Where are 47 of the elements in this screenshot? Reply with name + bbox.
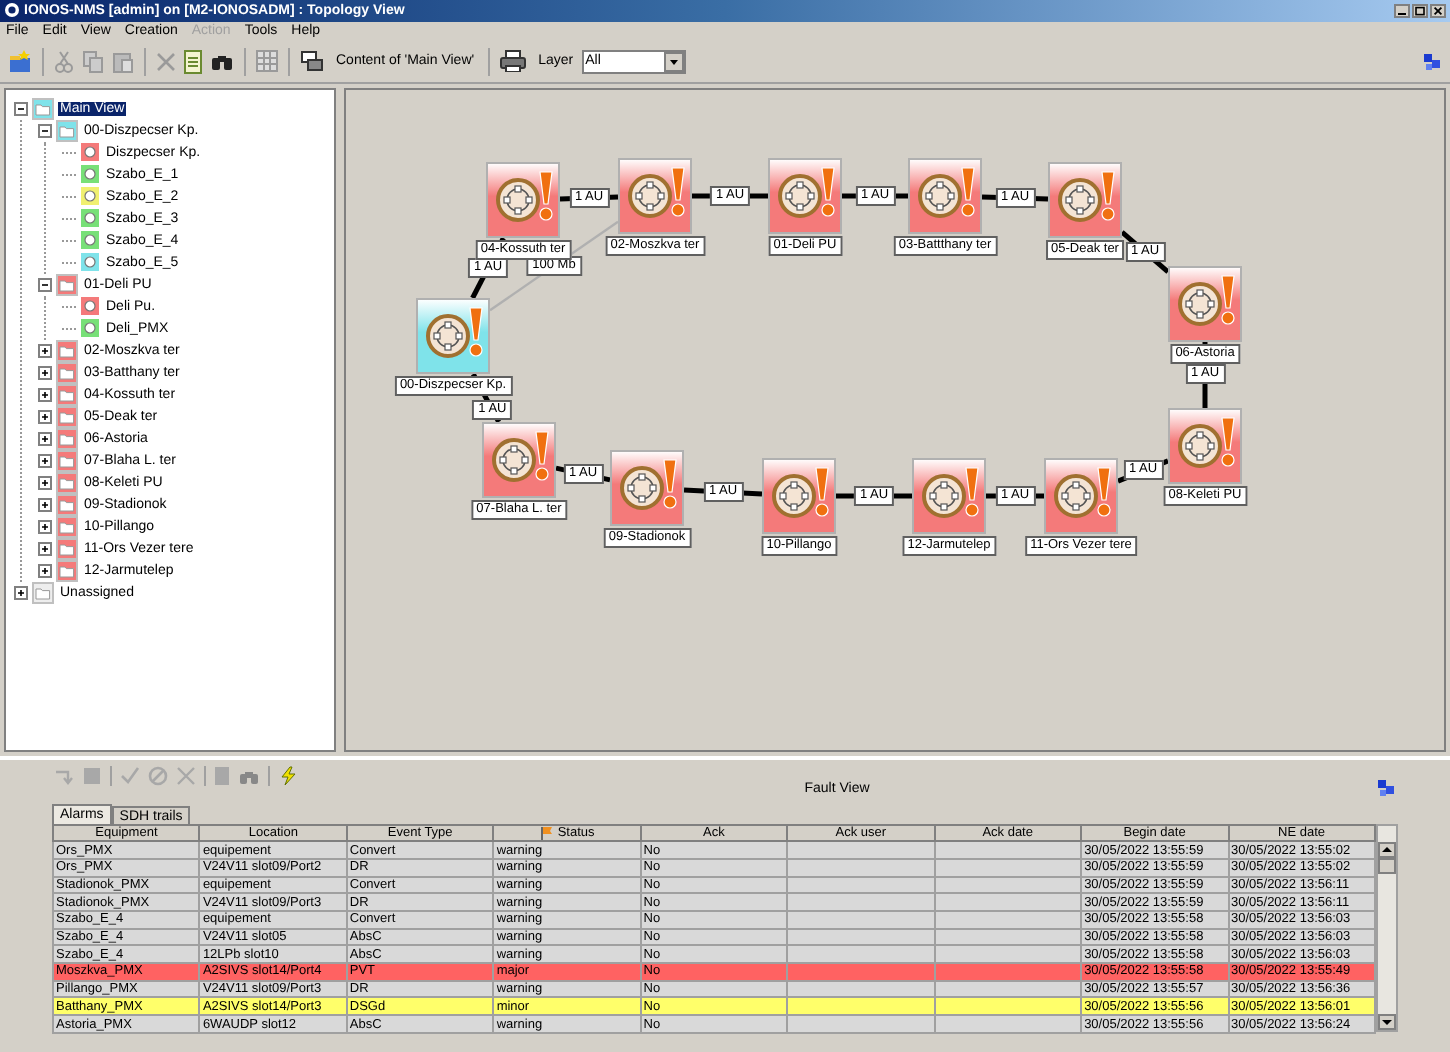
document-icon[interactable]	[184, 49, 202, 74]
node-icon[interactable]	[482, 421, 556, 498]
scroll-up-icon[interactable]	[1378, 842, 1396, 859]
app-icon	[4, 2, 20, 19]
layers-icon[interactable]	[300, 50, 324, 73]
scrollbar[interactable]	[1376, 824, 1398, 1033]
expand-icon[interactable]	[38, 365, 52, 380]
node-icon[interactable]	[908, 157, 982, 234]
link-line[interactable]	[1120, 230, 1170, 274]
network-icon[interactable]	[1422, 51, 1442, 72]
expand-icon[interactable]	[38, 343, 52, 358]
node-icon[interactable]	[1044, 457, 1118, 534]
node-icon[interactable]	[1168, 265, 1242, 342]
expand-icon[interactable]	[38, 409, 52, 424]
binoculars-icon[interactable]	[210, 51, 234, 72]
node-icon[interactable]	[1168, 407, 1242, 484]
node-icon[interactable]	[416, 297, 490, 374]
collapse-icon[interactable]	[14, 101, 28, 116]
collapse-icon[interactable]	[38, 277, 52, 292]
scroll-down-icon[interactable]	[1378, 1014, 1396, 1031]
node-icon[interactable]	[1048, 161, 1122, 238]
expand-icon[interactable]	[38, 541, 52, 556]
node-icon[interactable]	[762, 457, 836, 534]
expand-icon[interactable]	[38, 387, 52, 402]
node-icon[interactable]	[912, 457, 986, 534]
collapse-icon[interactable]	[38, 123, 52, 138]
expand-icon[interactable]	[38, 519, 52, 534]
expand-icon[interactable]	[38, 475, 52, 490]
minimize-icon[interactable]	[1394, 3, 1410, 18]
node-icon[interactable]	[486, 161, 560, 238]
expand-icon[interactable]	[38, 431, 52, 446]
network-icon[interactable]	[1376, 778, 1396, 799]
node-icon[interactable]	[768, 157, 842, 234]
lightning-icon[interactable]	[278, 766, 298, 787]
flag-icon	[539, 826, 554, 841]
expand-icon[interactable]	[38, 497, 52, 512]
node-icon[interactable]	[618, 157, 692, 234]
check-icon[interactable]	[120, 766, 140, 787]
expand-icon[interactable]	[38, 563, 52, 578]
node-icon[interactable]	[610, 449, 684, 526]
new-folder-icon[interactable]	[8, 49, 32, 74]
scroll-thumb[interactable]	[1378, 858, 1396, 875]
expand-icon[interactable]	[14, 585, 28, 600]
expand-icon[interactable]	[38, 453, 52, 468]
printer-icon[interactable]	[500, 50, 527, 73]
maximize-icon[interactable]	[1412, 3, 1428, 18]
close-icon[interactable]	[1430, 3, 1446, 18]
